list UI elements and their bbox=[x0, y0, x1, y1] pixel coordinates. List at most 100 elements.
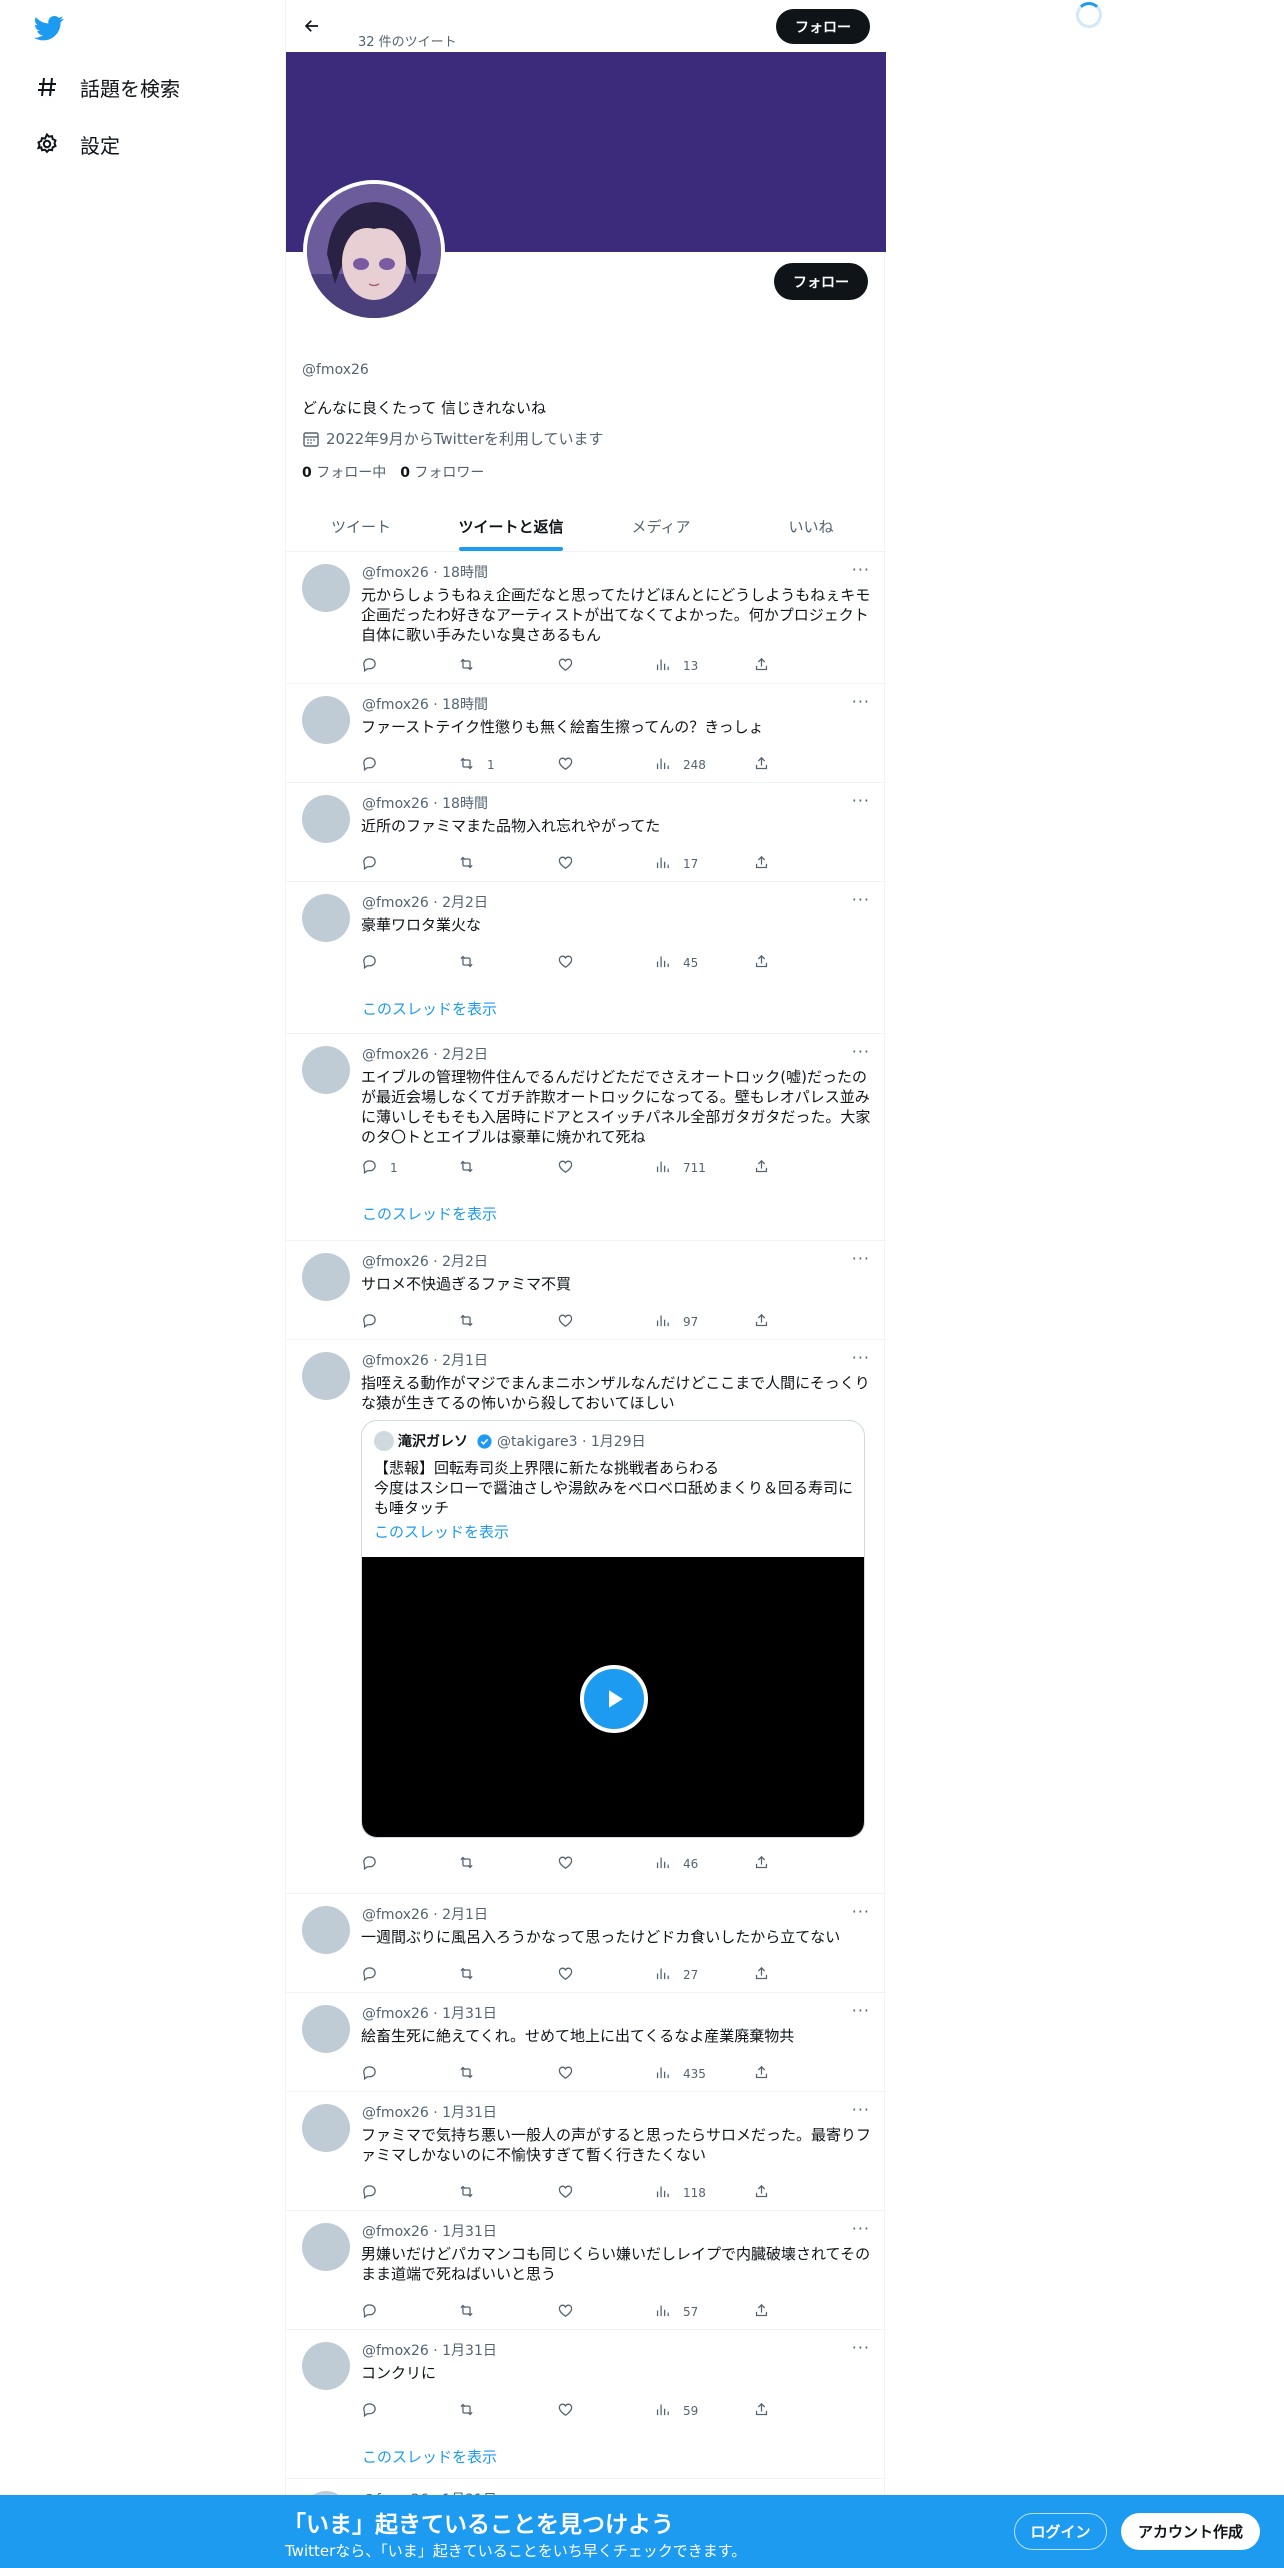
show-thread-link[interactable]: このスレッドを表示 bbox=[362, 2446, 497, 2467]
tweet[interactable]: @fmox26 · 2月2日 ··· サロメ不快過ぎるファミマ不買 97 bbox=[286, 1241, 886, 1340]
tweet-meta[interactable]: @fmox26 · 1月31日 bbox=[362, 2102, 497, 2122]
views-button[interactable]: 57 bbox=[654, 2302, 698, 2322]
share-button[interactable] bbox=[753, 1312, 770, 1332]
reply-button[interactable]: 1 bbox=[361, 1158, 398, 1178]
views-button[interactable]: 17 bbox=[654, 854, 698, 874]
retweet-button[interactable] bbox=[458, 2064, 487, 2084]
views-button[interactable]: 13 bbox=[654, 656, 698, 676]
nav-item-explore[interactable]: 話題を検索 bbox=[34, 69, 180, 105]
tweet[interactable]: @fmox26 · 1月31日 ··· 男嫌いだけどパカマンコも同じくらい嫌いだしレ… bbox=[286, 2211, 886, 2330]
views-button[interactable]: 711 bbox=[654, 1158, 706, 1178]
show-thread-link[interactable]: このスレッドを表示 bbox=[362, 998, 497, 1019]
tab-tweets[interactable]: ツイート bbox=[286, 502, 436, 551]
reply-button[interactable] bbox=[361, 2302, 390, 2322]
more-options-icon[interactable]: ··· bbox=[852, 560, 870, 579]
like-button[interactable] bbox=[557, 1312, 574, 1332]
tweet[interactable]: @fmox26 · 2月1日 ··· 一週間ぶりに風呂入ろうかなって思ったけどドカ食… bbox=[286, 1894, 886, 1993]
share-button[interactable] bbox=[753, 656, 770, 676]
views-button[interactable]: 248 bbox=[654, 755, 706, 775]
like-button[interactable] bbox=[557, 2183, 574, 2203]
quoted-tweet[interactable]: 滝沢ガレソ @takigare3 · 1月29日 【悲報】回転寿司炎上界隈に新たな挑… bbox=[361, 1420, 865, 1838]
retweet-button[interactable] bbox=[458, 1158, 487, 1178]
tweet[interactable]: @fmox26 · 18時間 ··· 近所のファミマまた品物入れ忘れやがってた 17 bbox=[286, 783, 886, 882]
retweet-button[interactable] bbox=[458, 953, 487, 973]
tweet-meta[interactable]: @fmox26 · 1月31日 bbox=[362, 2003, 497, 2023]
share-button[interactable] bbox=[753, 953, 770, 973]
share-button[interactable] bbox=[753, 2183, 770, 2203]
tweet-avatar[interactable] bbox=[302, 1906, 350, 1954]
tweet[interactable]: @fmox26 · 18時間 ··· ファーストテイク性懲りも無く絵畜生擦ってんの？… bbox=[286, 684, 886, 783]
share-button[interactable] bbox=[753, 1854, 770, 1874]
reply-button[interactable] bbox=[361, 1965, 390, 1985]
tweet-avatar[interactable] bbox=[302, 1253, 350, 1301]
tweet-avatar[interactable] bbox=[302, 894, 350, 942]
more-options-icon[interactable]: ··· bbox=[852, 2100, 870, 2119]
more-options-icon[interactable]: ··· bbox=[852, 2219, 870, 2238]
following-link[interactable]: 0 フォロー中 bbox=[302, 462, 386, 482]
views-button[interactable]: 45 bbox=[654, 953, 698, 973]
quoted-show-thread-link[interactable]: このスレッドを表示 bbox=[374, 1521, 509, 1542]
tweet-avatar[interactable] bbox=[302, 564, 350, 612]
like-button[interactable] bbox=[557, 953, 574, 973]
back-arrow-icon[interactable] bbox=[299, 13, 325, 39]
views-button[interactable]: 118 bbox=[654, 2183, 706, 2203]
retweet-button[interactable] bbox=[458, 1854, 487, 1874]
tweet-meta[interactable]: @fmox26 · 1月31日 bbox=[362, 2340, 497, 2360]
views-button[interactable]: 97 bbox=[654, 1312, 698, 1332]
reply-button[interactable] bbox=[361, 1312, 390, 1332]
reply-button[interactable] bbox=[361, 2183, 390, 2203]
share-button[interactable] bbox=[753, 854, 770, 874]
tweet-meta[interactable]: @fmox26 · 2月1日 bbox=[362, 1350, 488, 1370]
retweet-button[interactable] bbox=[458, 1965, 487, 1985]
reply-button[interactable] bbox=[361, 755, 390, 775]
share-button[interactable] bbox=[753, 1965, 770, 1985]
more-options-icon[interactable]: ··· bbox=[852, 890, 870, 909]
follow-button[interactable]: フォロー bbox=[774, 263, 868, 300]
more-options-icon[interactable]: ··· bbox=[852, 2338, 870, 2357]
like-button[interactable] bbox=[557, 656, 574, 676]
nav-item-settings[interactable]: 設定 bbox=[34, 126, 120, 162]
share-button[interactable] bbox=[753, 2302, 770, 2322]
retweet-button[interactable] bbox=[458, 2302, 487, 2322]
signup-button[interactable]: アカウント作成 bbox=[1121, 2513, 1260, 2550]
views-button[interactable]: 435 bbox=[654, 2064, 706, 2084]
tweet[interactable]: @fmox26 · 1月31日 ··· コンクリに 59 このスレッドを表示 bbox=[286, 2330, 886, 2479]
retweet-button[interactable] bbox=[458, 854, 487, 874]
tweet-avatar[interactable] bbox=[302, 2104, 350, 2152]
more-options-icon[interactable]: ··· bbox=[852, 1348, 870, 1367]
followers-link[interactable]: 0 フォロワー bbox=[400, 462, 484, 482]
tweet-meta[interactable]: @fmox26 · 2月1日 bbox=[362, 1904, 488, 1924]
show-thread-link[interactable]: このスレッドを表示 bbox=[362, 1203, 497, 1224]
play-icon[interactable] bbox=[580, 1665, 648, 1733]
tweet[interactable]: @fmox26 · 2月2日 ··· エイブルの管理物件住んでるんだけどただでさえオ… bbox=[286, 1034, 886, 1241]
reply-button[interactable] bbox=[361, 656, 390, 676]
share-button[interactable] bbox=[753, 1158, 770, 1178]
tweet-avatar[interactable] bbox=[302, 1046, 350, 1094]
tweet-meta[interactable]: @fmox26 · 18時間 bbox=[362, 694, 488, 714]
views-button[interactable]: 27 bbox=[654, 1965, 698, 1985]
tweet-avatar[interactable] bbox=[302, 795, 350, 843]
more-options-icon[interactable]: ··· bbox=[852, 791, 870, 810]
more-options-icon[interactable]: ··· bbox=[852, 1042, 870, 1061]
reply-button[interactable] bbox=[361, 2401, 390, 2421]
profile-avatar[interactable] bbox=[303, 180, 445, 322]
tweet-avatar[interactable] bbox=[302, 696, 350, 744]
more-options-icon[interactable]: ··· bbox=[852, 1249, 870, 1268]
twitter-logo-icon[interactable] bbox=[33, 13, 65, 43]
follow-button-header[interactable]: フォロー bbox=[776, 9, 870, 44]
more-options-icon[interactable]: ··· bbox=[852, 2001, 870, 2020]
reply-button[interactable] bbox=[361, 854, 390, 874]
retweet-button[interactable] bbox=[458, 2401, 487, 2421]
tweet-avatar[interactable] bbox=[302, 1352, 350, 1400]
like-button[interactable] bbox=[557, 2302, 574, 2322]
like-button[interactable] bbox=[557, 2401, 574, 2421]
like-button[interactable] bbox=[557, 2064, 574, 2084]
tweet-meta[interactable]: @fmox26 · 2月2日 bbox=[362, 1044, 488, 1064]
more-options-icon[interactable]: ··· bbox=[852, 692, 870, 711]
tab-media[interactable]: メディア bbox=[586, 502, 736, 551]
tweet-avatar[interactable] bbox=[302, 2223, 350, 2271]
login-button[interactable]: ログイン bbox=[1014, 2513, 1107, 2550]
retweet-button[interactable] bbox=[458, 656, 487, 676]
tab-tweets-and-replies[interactable]: ツイートと返信 bbox=[436, 502, 586, 551]
video-player[interactable] bbox=[362, 1557, 864, 1837]
